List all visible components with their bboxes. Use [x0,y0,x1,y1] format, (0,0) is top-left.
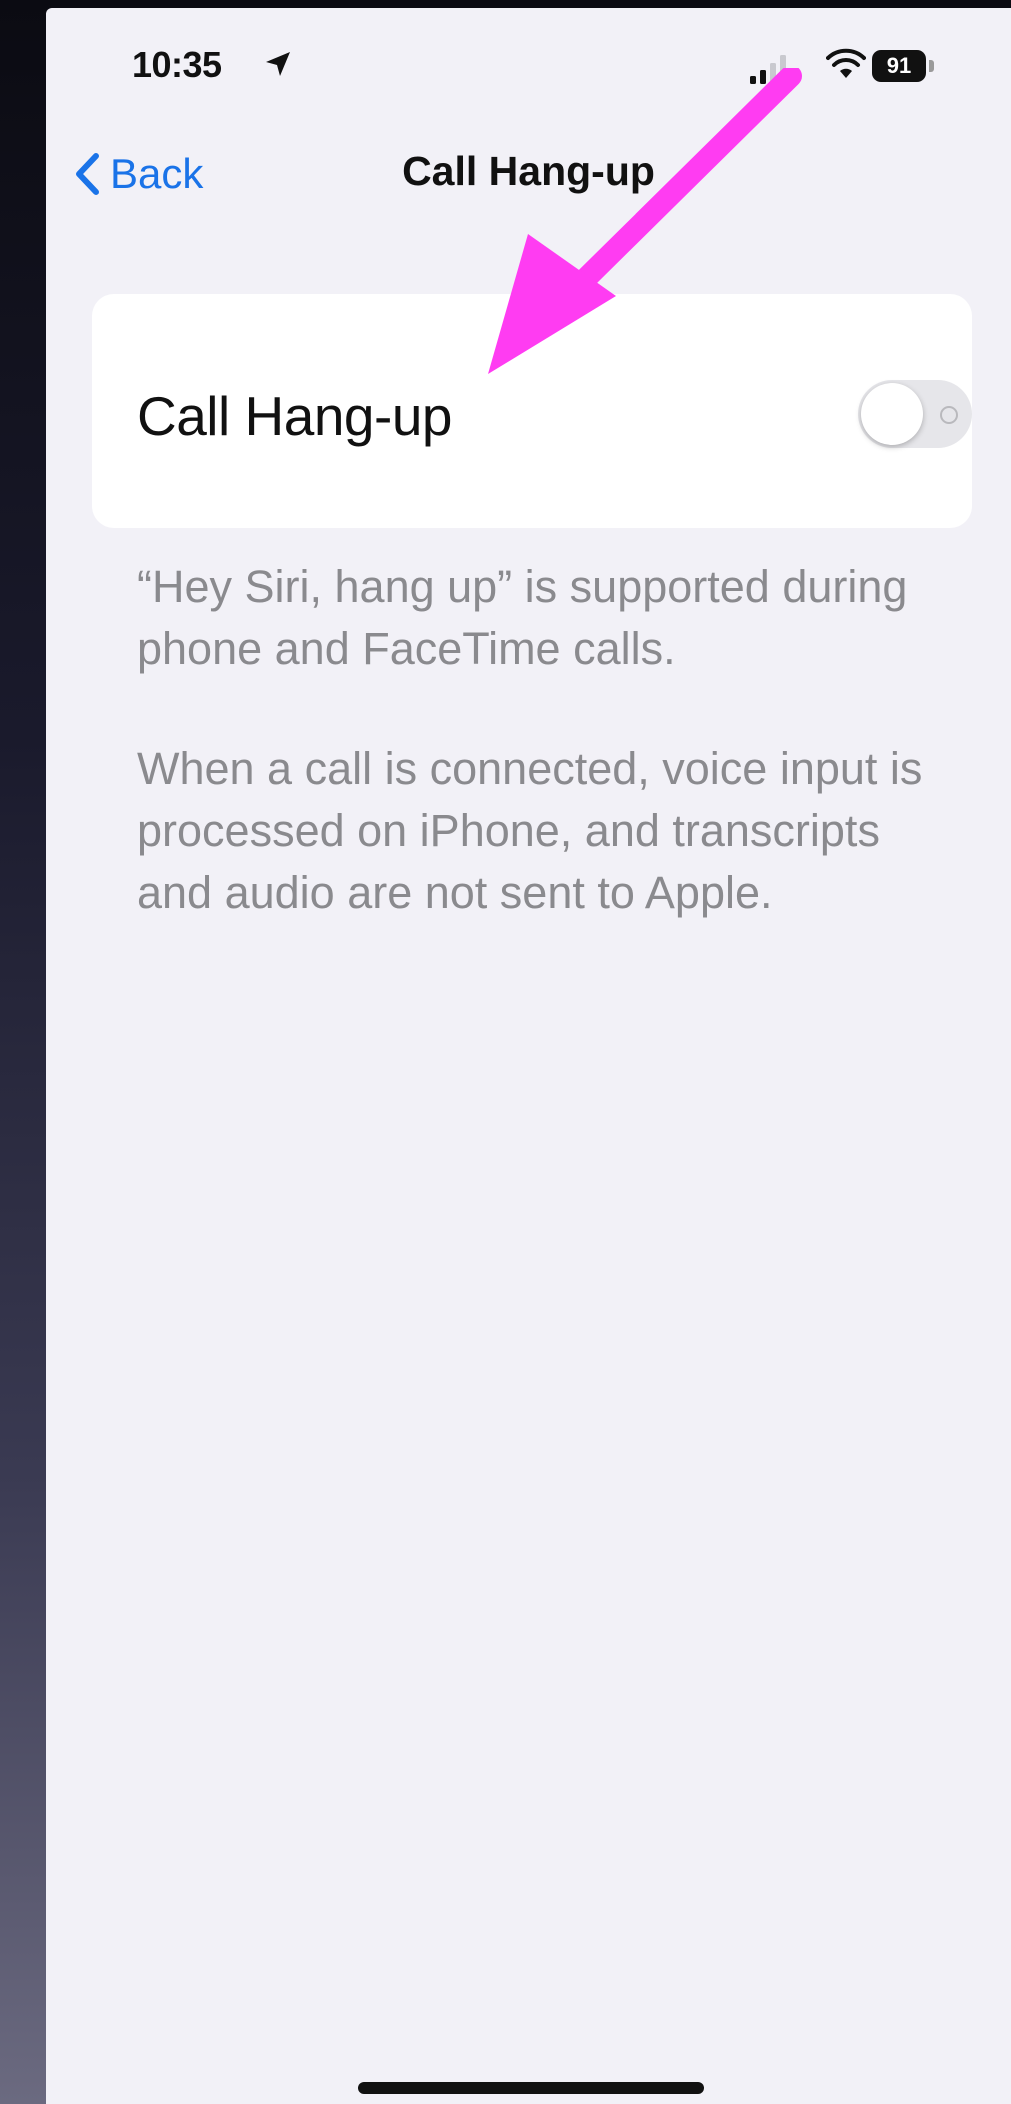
page-title: Call Hang-up [402,148,655,194]
wifi-icon [826,48,866,78]
footer-note-supported: “Hey Siri, hang up” is supported during … [137,561,908,674]
toggle-off-indicator-icon [940,406,958,424]
status-time: 10:35 [132,44,222,85]
footer-note-privacy: When a call is connected, voice input is… [137,743,923,918]
phone-screen: 10:35 91 Back Call Hang-up Call Hang-up … [46,8,1011,2104]
call-hang-up-label: Call Hang-up [137,385,453,447]
call-hang-up-toggle[interactable] [858,380,972,448]
battery-level: 91 [872,50,926,82]
toggle-knob [861,383,923,445]
navigation-bar: Back Call Hang-up [46,118,1011,228]
battery-cap [929,60,934,72]
status-bar: 10:35 91 [46,8,1011,118]
location-arrow-icon [266,52,290,76]
home-indicator[interactable] [358,2082,704,2094]
battery-indicator: 91 [872,50,934,82]
cellular-signal-icon [750,55,786,84]
settings-card: Call Hang-up [92,294,972,528]
